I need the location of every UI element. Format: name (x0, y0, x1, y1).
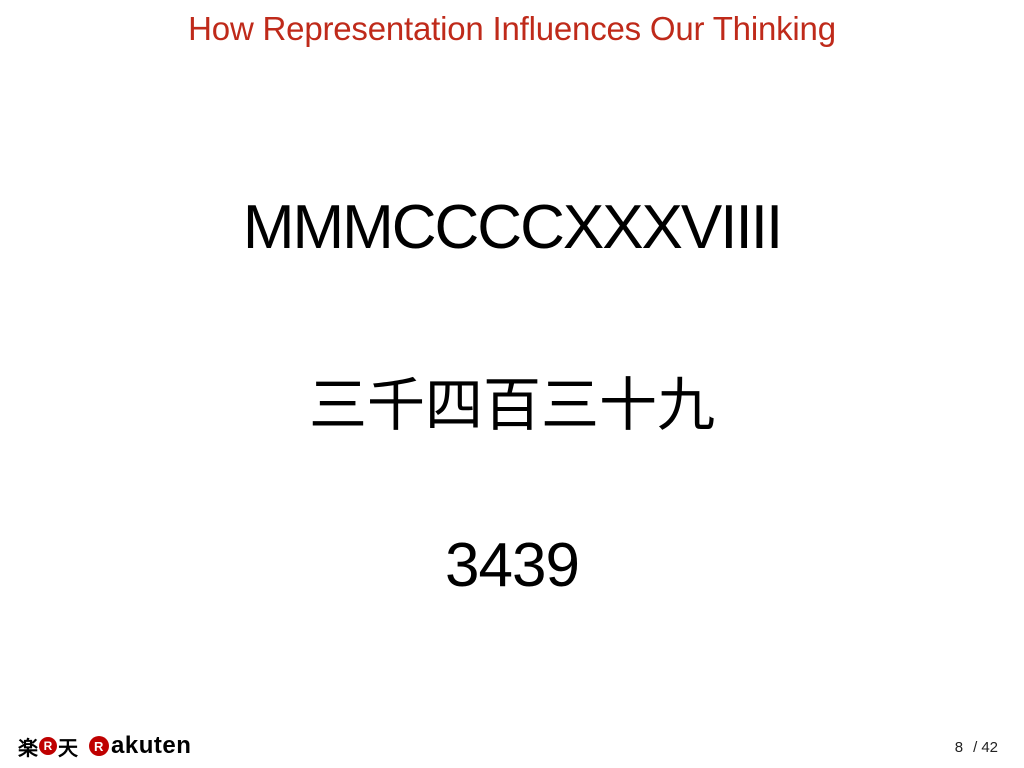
r-mark-icon: R (39, 737, 57, 755)
logo-kanji-second: 天 (58, 735, 78, 760)
rakuten-logo: 楽 R 天 R akuten (18, 732, 191, 760)
page-total: 42 (981, 739, 998, 756)
arabic-numeral-line: 3439 (445, 531, 580, 600)
kanji-numeral-line: 三千四百三十九 (308, 371, 715, 439)
page-current: 8 (954, 739, 964, 756)
rakuten-kanji-logo: 楽 R 天 (18, 732, 78, 761)
page-separator: / (973, 739, 978, 756)
r-mark-icon: R (89, 736, 109, 756)
rakuten-wordmark-logo: R akuten (88, 732, 191, 760)
logo-wordmark-text: akuten (111, 732, 192, 759)
roman-numeral-line: MMMCCCCXXXVIIII (242, 193, 783, 262)
page-number: 8 /42 (955, 739, 998, 756)
logo-kanji-first: 楽 (18, 735, 38, 760)
slide-title: How Representation Influences Our Thinki… (188, 10, 836, 47)
